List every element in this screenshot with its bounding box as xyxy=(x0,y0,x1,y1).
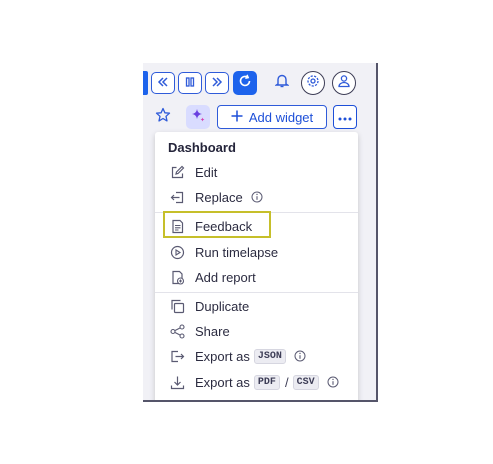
fast-forward-button[interactable] xyxy=(205,72,229,94)
report-icon xyxy=(169,269,185,285)
menu-item-add-report[interactable]: Add report xyxy=(155,265,358,289)
ai-assistant-button[interactable] xyxy=(186,105,210,129)
user-profile-button[interactable] xyxy=(332,71,356,95)
format-badge-csv: CSV xyxy=(292,374,319,390)
double-chevron-left-icon xyxy=(157,74,169,92)
user-icon xyxy=(337,74,351,93)
duplicate-icon xyxy=(169,298,185,314)
menu-item-label: Duplicate xyxy=(195,298,250,314)
dashboard-panel: Add widget Dashboard Edit Replace Feedba… xyxy=(143,63,378,402)
refresh-icon xyxy=(238,74,252,93)
menu-item-label: Add report xyxy=(195,269,256,285)
sparkle-icon xyxy=(190,107,206,128)
menu-item-export-json[interactable]: Export as JSON xyxy=(155,344,358,368)
download-icon xyxy=(169,374,185,390)
ellipsis-icon xyxy=(338,108,352,126)
share-icon xyxy=(169,323,185,339)
more-options-button[interactable] xyxy=(333,105,357,129)
menu-divider xyxy=(155,212,358,213)
info-icon[interactable] xyxy=(251,191,263,203)
menu-item-share[interactable]: Share xyxy=(155,319,358,343)
feedback-icon xyxy=(169,218,185,234)
favorite-button[interactable] xyxy=(152,106,174,128)
play-icon xyxy=(169,244,185,260)
menu-item-label: Export as xyxy=(195,374,250,390)
edit-icon xyxy=(169,164,185,180)
notifications-button[interactable] xyxy=(272,73,292,93)
info-icon[interactable] xyxy=(294,350,306,362)
menu-item-duplicate[interactable]: Duplicate xyxy=(155,294,358,318)
rewind-button[interactable] xyxy=(151,72,175,94)
menu-item-feedback[interactable]: Feedback xyxy=(155,214,358,238)
menu-item-replace[interactable]: Replace xyxy=(155,185,358,209)
dashboard-menu: Dashboard Edit Replace Feedback Run time… xyxy=(155,132,358,400)
menu-item-label: Share xyxy=(195,323,230,339)
refresh-button[interactable] xyxy=(233,71,257,95)
menu-item-run-timelapse[interactable]: Run timelapse xyxy=(155,240,358,264)
add-widget-button[interactable]: Add widget xyxy=(217,105,327,129)
menu-item-edit[interactable]: Edit xyxy=(155,160,358,184)
export-icon xyxy=(169,348,185,364)
menu-item-label: Export as xyxy=(195,348,250,364)
info-icon[interactable] xyxy=(327,376,339,388)
menu-item-export-pdf-csv[interactable]: Export as PDF / CSV xyxy=(155,370,358,394)
menu-divider xyxy=(155,292,358,293)
menu-item-label: Replace xyxy=(195,189,243,205)
double-chevron-right-icon xyxy=(211,74,223,92)
pause-icon xyxy=(185,74,195,92)
plus-icon xyxy=(231,110,243,125)
add-widget-label: Add widget xyxy=(248,109,314,125)
menu-title: Dashboard xyxy=(168,140,236,155)
bell-icon xyxy=(274,73,290,93)
star-icon xyxy=(155,107,171,128)
format-separator: / xyxy=(284,374,289,390)
gear-icon xyxy=(306,74,320,93)
replace-icon xyxy=(169,189,185,205)
pause-button[interactable] xyxy=(178,72,202,94)
menu-item-label: Run timelapse xyxy=(195,244,279,260)
active-tab-indicator xyxy=(143,71,148,95)
format-badge-json: JSON xyxy=(253,348,286,364)
settings-button[interactable] xyxy=(301,71,325,95)
format-badge-pdf: PDF xyxy=(253,374,280,390)
menu-item-label: Edit xyxy=(195,164,218,180)
menu-item-label: Feedback xyxy=(195,218,253,234)
